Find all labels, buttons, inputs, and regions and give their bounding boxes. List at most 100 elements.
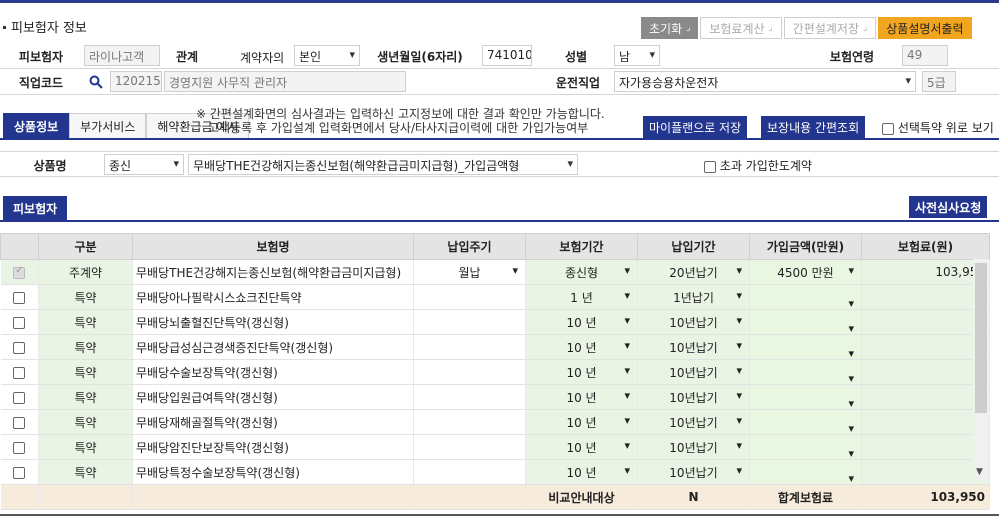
product-name-select[interactable]: 무배당THE건강해지는종신보험(해약환급금미지급형)_가입금액형 — [188, 154, 578, 175]
row-name: 무배당아나필락시스쇼크진단특약 — [132, 284, 414, 310]
row-checkbox[interactable] — [13, 416, 26, 429]
limit-checkbox[interactable] — [704, 160, 716, 173]
relation-label: 관계 — [175, 50, 199, 64]
row-premium: 0 — [861, 459, 990, 485]
period-select[interactable]: 10 년 — [529, 464, 634, 481]
birth-input[interactable]: 741010 — [482, 45, 532, 66]
insured-row-2: 직업코드 120215 경영지원 사무직 관리자 운전직업 자가용승용차운전자 … — [0, 69, 999, 94]
header-select — [0, 233, 39, 260]
period-select[interactable]: 종신형 — [529, 264, 634, 281]
period-select[interactable]: 10 년 — [529, 364, 634, 381]
insured-name-field: 라이나고객 — [84, 45, 160, 66]
drive-job-select[interactable]: 자가용승용차운전자 — [614, 71, 916, 92]
header-name: 보험명 — [132, 233, 414, 260]
section-title: 피보험자 — [3, 196, 68, 221]
top-border — [0, 0, 999, 3]
cycle-select[interactable]: 월납 — [417, 264, 522, 281]
row-checkbox[interactable] — [13, 391, 26, 404]
job-code-field: 120215 — [110, 71, 162, 92]
period-select[interactable]: 10 년 — [529, 389, 634, 406]
limit-label: 초과 가입한도계약 — [719, 159, 812, 173]
row-kind: 특약 — [38, 459, 133, 485]
row-checkbox[interactable] — [13, 316, 26, 329]
amount-select[interactable]: 4500 만원 — [753, 264, 858, 281]
row-cycle — [413, 409, 526, 435]
table-row: 특약 무배당암진단보장특약(갱신형) 10 년 10년납기 0 — [0, 434, 990, 460]
period-select[interactable]: 10 년 — [529, 439, 634, 456]
pay-select[interactable]: 10년납기 — [641, 339, 746, 356]
row-kind: 특약 — [38, 409, 133, 435]
product-label: 상품명 — [33, 159, 67, 173]
pay-select[interactable]: 10년납기 — [641, 414, 746, 431]
job-search-button[interactable] — [84, 71, 108, 92]
table-row: 특약 무배당뇌출혈진단특약(갱신형) 10 년 10년납기 0 — [0, 309, 990, 335]
pay-select[interactable]: 10년납기 — [641, 464, 746, 481]
row-name: 무배당특정수술보장특약(갱신형) — [132, 459, 414, 485]
quick-save-button[interactable]: 간편설계저장 ⌟ — [783, 17, 877, 39]
insured-row-1: 피보험자 라이나고객 관계 계약자의 본인 생년월일(6자리) 741010 성… — [0, 43, 999, 68]
row-name: 무배당THE건강해지는종신보험(해약환급금미지급형) — [132, 259, 414, 285]
row-checkbox[interactable] — [13, 466, 26, 479]
pay-select[interactable]: 10년납기 — [641, 314, 746, 331]
row-kind: 특약 — [38, 359, 133, 385]
pay-select[interactable]: 10년납기 — [641, 389, 746, 406]
section-underline — [0, 220, 999, 222]
gender-label: 성별 — [564, 50, 588, 64]
header-kind: 구분 — [38, 233, 133, 260]
row-checkbox[interactable] — [13, 291, 26, 304]
period-select[interactable]: 1 년 — [529, 289, 634, 306]
row-cycle — [413, 434, 526, 460]
rider-view-toggle[interactable]: 선택특약 위로 보기 — [882, 119, 994, 136]
job-name-field: 경영지원 사무직 관리자 — [164, 71, 406, 92]
product-row: 상품명 종신 무배당THE건강해지는종신보험(해약환급금미지급형)_가입금액형 … — [0, 151, 999, 177]
coverage-grid: 구분 보험명 납입주기 보험기간 납입기간 가입금액(만원) 보험료(원) 주계… — [0, 233, 990, 510]
row-checkbox — [13, 265, 26, 279]
grid-scrollbar[interactable]: ▼ — [973, 259, 989, 479]
print-manual-button[interactable]: 상품설명서출력 — [878, 17, 972, 39]
rider-view-checkbox[interactable] — [882, 122, 894, 135]
table-row: 특약 무배당입원급여특약(갱신형) 10 년 10년납기 0 — [0, 384, 990, 410]
period-select[interactable]: 10 년 — [529, 414, 634, 431]
relation-select[interactable]: 본인 — [294, 45, 360, 66]
row-kind: 특약 — [38, 434, 133, 460]
row-premium: 0 — [861, 359, 990, 385]
quick-view-button[interactable]: 보장내용 간편조회 — [761, 116, 866, 138]
row-premium: 0 — [861, 309, 990, 335]
period-select[interactable]: 10 년 — [529, 339, 634, 356]
compare-label: 비교안내대상 — [525, 484, 638, 510]
pay-select[interactable]: 10년납기 — [641, 439, 746, 456]
pay-select[interactable]: 10년납기 — [641, 364, 746, 381]
pre-review-button[interactable]: 사전심사요청 — [909, 196, 988, 218]
period-select[interactable]: 10 년 — [529, 314, 634, 331]
notice-line-2: 고객등록 후 가입설계 입력화면에서 당사/타사지급이력에 대한 가입가능여부 — [208, 121, 589, 135]
row-name: 무배당급성심근경색증진단특약(갱신형) — [132, 334, 414, 360]
tab-product-info[interactable]: 상품정보 — [3, 113, 70, 138]
job-code-label: 직업코드 — [18, 76, 64, 90]
row-checkbox[interactable] — [13, 341, 26, 354]
top-button-group: 초기화 ⌟ 보험료계산 ⌟ 간편설계저장 ⌟ 상품설명서출력 — [641, 17, 972, 39]
table-row: 특약 무배당아나필락시스쇼크진단특약 1 년 1년납기 0 — [0, 284, 990, 310]
myplan-save-button[interactable]: 마이플랜으로 저장 — [643, 116, 748, 138]
scrollbar-thumb[interactable] — [975, 263, 987, 413]
limit-toggle[interactable]: 초과 가입한도계약 — [704, 157, 812, 174]
scroll-down-icon[interactable]: ▼ — [976, 467, 983, 477]
row-checkbox[interactable] — [13, 366, 26, 379]
pay-select[interactable]: 1년납기 — [641, 289, 746, 306]
row-premium: 0 — [861, 334, 990, 360]
page-title: 피보험자 정보 — [3, 17, 87, 36]
product-type-select[interactable]: 종신 — [104, 154, 184, 175]
table-row: 특약 무배당특정수술보장특약(갱신형) 10 년 10년납기 0 — [0, 459, 990, 485]
table-row: 특약 무배당재해골절특약(갱신형) 10 년 10년납기 0 — [0, 409, 990, 435]
premium-calc-button[interactable]: 보험료계산 ⌟ — [700, 17, 782, 39]
reset-button[interactable]: 초기화 ⌟ — [641, 17, 699, 39]
notice-text: ※ 간편설계화면의 심사결과는 입력하신 고지정보에 대한 결과 확인만 가능합… — [196, 107, 605, 135]
gender-select[interactable]: 남 — [614, 45, 660, 66]
row-checkbox[interactable] — [13, 441, 26, 454]
table-row: 특약 무배당급성심근경색증진단특약(갱신형) 10 년 10년납기 0 — [0, 334, 990, 360]
tab-extra-service[interactable]: 부가서비스 — [69, 113, 147, 138]
row-premium: 103,950 — [861, 259, 990, 285]
row-kind: 주계약 — [38, 259, 133, 285]
header-period: 보험기간 — [525, 233, 638, 260]
grade-field: 5급 — [922, 71, 956, 92]
pay-select[interactable]: 20년납기 — [641, 264, 746, 281]
